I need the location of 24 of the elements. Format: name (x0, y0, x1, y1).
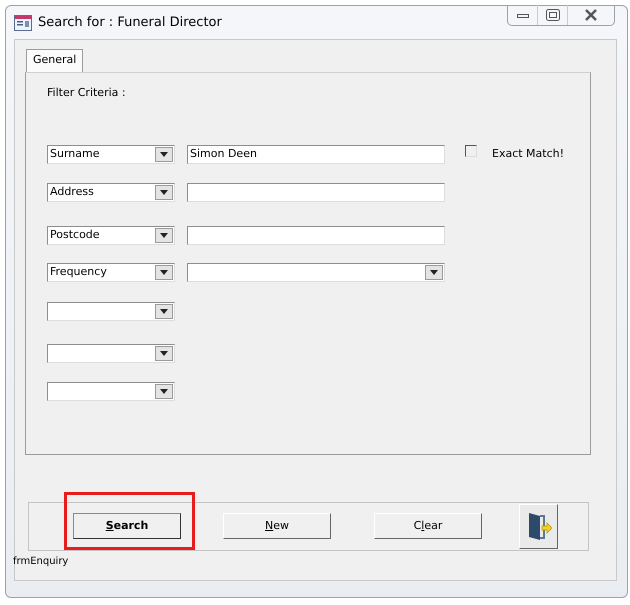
field-dropdown[interactable] (47, 302, 175, 321)
field-dropdown[interactable] (47, 382, 175, 401)
close-icon (584, 9, 598, 21)
restore-icon (546, 9, 560, 21)
exit-button[interactable] (519, 504, 558, 548)
form-name: frmEnquiry (13, 554, 70, 568)
window-title: Search for : Funeral Director (38, 14, 222, 32)
filter-criteria-label: Filter Criteria : (47, 84, 127, 100)
command-button[interactable]: Clear (374, 513, 482, 539)
checkbox[interactable] (465, 145, 477, 157)
form-icon (14, 14, 32, 30)
field-dropdown[interactable]: Surname (47, 145, 175, 164)
exact-match-label: Exact Match! (492, 146, 564, 162)
input-field[interactable] (187, 226, 445, 245)
input-field[interactable] (187, 183, 445, 202)
minimize-icon (516, 12, 528, 18)
command-button[interactable]: New (223, 513, 331, 539)
field-dropdown[interactable]: Frequency (47, 263, 175, 282)
field-dropdown[interactable] (47, 344, 175, 363)
input-field[interactable]: Simon Deen (187, 145, 445, 164)
field-dropdown[interactable]: Postcode (47, 226, 175, 245)
command-button[interactable]: Search (73, 513, 181, 539)
field-dropdown[interactable]: Address (47, 183, 175, 202)
tab[interactable]: General (26, 49, 84, 72)
